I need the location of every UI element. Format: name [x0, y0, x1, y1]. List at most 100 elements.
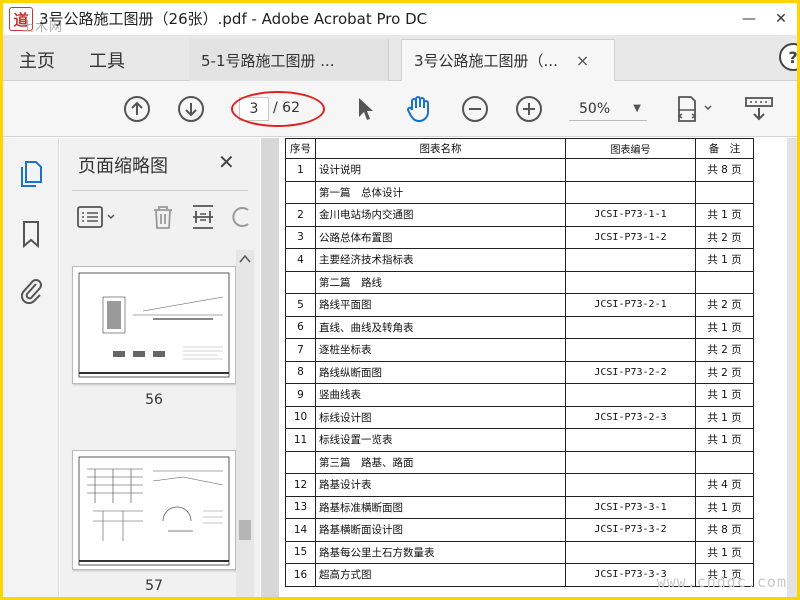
table-cell: 9 — [285, 383, 316, 407]
table-row: 3 公路总体布置图 JCSI-P73-1-2 共 2 页 — [285, 225, 754, 249]
trash-icon[interactable] — [150, 202, 176, 232]
table-cell — [565, 248, 696, 272]
scroll-mode-button[interactable] — [743, 95, 775, 123]
table-body: 1 设计说明共 8 页第一篇 总体设计 2 金川电站场内交通图 JCSI-P73-1-1… — [285, 158, 754, 587]
table-cell — [695, 270, 754, 294]
pdf-page: 序号 图表名称 图表编号 备 注 1 设计说明共 8 页第一篇 总体设计 2 金川电站… — [279, 138, 787, 597]
rotate-icon[interactable] — [232, 202, 252, 232]
annotation-ellipse — [231, 91, 325, 127]
help-icon[interactable]: ? — [779, 43, 797, 71]
table-cell: 10 — [285, 405, 316, 429]
page-fit-button[interactable] — [673, 95, 717, 123]
navigation-rail — [3, 138, 59, 597]
zoom-out-button[interactable] — [461, 95, 489, 123]
table-row: 13 路基标准横断面图 JCSI-P73-3-1 共 1 页 — [285, 495, 754, 519]
table-cell: 路基横断面设计图 — [315, 518, 566, 542]
table-cell: 设计说明 — [315, 158, 566, 182]
table-cell: JCSI-P73-2-2 — [565, 360, 696, 384]
app-window: 道 土木网 3号公路施工图册（26张）.pdf - Adobe Acrobat … — [0, 0, 800, 600]
hand-tool-button[interactable] — [403, 95, 431, 123]
table-row: 4 主要经济技术指标表 共 1 页 — [285, 248, 754, 272]
column-header: 图表编号 — [565, 138, 696, 159]
table-cell: 路线平面图 — [315, 293, 566, 317]
column-header: 序号 — [285, 138, 316, 159]
document-scrollbar[interactable] — [787, 138, 797, 597]
tab-document-5-1[interactable]: 5-1号路施工图册 ... — [189, 39, 389, 81]
thumbnails-panel: 页面缩略图 ✕ 56 57 — [60, 138, 260, 597]
chevron-down-icon: ▼ — [633, 103, 641, 114]
table-cell — [565, 315, 696, 339]
table-cell: 逐桩坐标表 — [315, 338, 566, 362]
table-cell: 竖曲线表 — [315, 383, 566, 407]
scroll-up-icon — [239, 254, 251, 263]
table-cell: JCSI-P73-2-3 — [565, 405, 696, 429]
watermark-bottom: www.cnddc.com — [656, 573, 787, 591]
table-cell — [565, 338, 696, 362]
bookmarks-button[interactable] — [17, 220, 45, 248]
table-row: 10 标线设计图 JCSI-P73-2-3 共 1 页 — [285, 405, 754, 429]
thumbnail-page-56[interactable] — [72, 266, 236, 384]
table-row: 第三篇 路基、路面 — [285, 450, 754, 474]
table-cell: 共 2 页 — [695, 338, 754, 362]
table-cell — [695, 450, 754, 474]
close-window-button[interactable]: ✕ — [771, 9, 791, 29]
table-cell: 13 — [285, 495, 316, 519]
table-cell: 标线设计图 — [315, 405, 566, 429]
table-row: 第一篇 总体设计 — [285, 180, 754, 204]
table-cell: 共 8 页 — [695, 158, 754, 182]
cursor-arrow-icon — [359, 98, 373, 120]
table-row: 14 路基横断面设计图 JCSI-P73-3-2 共 8 页 — [285, 518, 754, 542]
panel-title: 页面缩略图 — [78, 156, 168, 177]
table-cell: JCSI-P73-3-1 — [565, 495, 696, 519]
table-row: 12 路基设计表 共 4 页 — [285, 473, 754, 497]
minimize-button[interactable]: — — [739, 9, 759, 29]
table-cell: 共 1 页 — [695, 203, 754, 227]
table-cell: 8 — [285, 360, 316, 384]
previous-page-button[interactable] — [123, 95, 151, 123]
tab-bar: 主页 工具 5-1号路施工图册 ... 3号公路施工图册（... × ? — [3, 35, 797, 81]
thumbnail-drawing — [78, 456, 230, 566]
table-row: 15 路基每公里土石方数量表 共 1 页 — [285, 540, 754, 564]
table-cell — [565, 383, 696, 407]
thumbnail-page-57[interactable] — [72, 450, 236, 570]
attachments-button[interactable] — [17, 276, 45, 304]
column-header: 备 注 — [695, 138, 754, 159]
zoom-in-button[interactable] — [515, 95, 543, 123]
table-cell: 15 — [285, 540, 316, 564]
table-cell — [565, 158, 696, 182]
table-cell — [565, 540, 696, 564]
page-thumbnails-button[interactable] — [17, 160, 45, 188]
thumbnails-scrollbar[interactable] — [236, 250, 254, 597]
table-cell: 4 — [285, 248, 316, 272]
zoom-level-select[interactable]: 50% ▼ — [569, 97, 647, 121]
toolbar: 3 / 62 50% ▼ — [3, 81, 797, 137]
table-cell — [695, 180, 754, 204]
table-cell: JCSI-P73-2-1 — [565, 293, 696, 317]
table-row: 7 逐桩坐标表 共 2 页 — [285, 338, 754, 362]
next-page-button[interactable] — [177, 95, 205, 123]
scrollbar-thumb[interactable] — [239, 520, 251, 540]
paperclip-icon — [20, 279, 42, 304]
table-cell — [565, 270, 696, 294]
hand-icon — [407, 96, 429, 122]
select-tool-button[interactable] — [351, 95, 379, 123]
tab-close-icon[interactable]: × — [576, 51, 589, 70]
close-panel-icon[interactable]: ✕ — [218, 150, 235, 174]
tab-document-3[interactable]: 3号公路施工图册（... × — [401, 39, 615, 81]
table-cell: 共 1 页 — [695, 405, 754, 429]
table-row: 9 竖曲线表 共 1 页 — [285, 383, 754, 407]
tab-tools[interactable]: 工具 — [89, 47, 125, 73]
pages-icon — [21, 161, 42, 187]
table-cell — [285, 270, 316, 294]
thumbnail-label: 56 — [145, 392, 163, 408]
table-cell — [565, 428, 696, 452]
table-cell: 14 — [285, 518, 316, 542]
table-cell: 公路总体布置图 — [315, 225, 566, 249]
table-cell: 共 1 页 — [695, 495, 754, 519]
table-cell: 共 8 页 — [695, 518, 754, 542]
extract-pages-icon[interactable] — [190, 202, 216, 232]
tab-home[interactable]: 主页 — [19, 47, 55, 73]
table-cell — [565, 473, 696, 497]
options-menu-icon[interactable] — [76, 202, 120, 232]
table-cell: 5 — [285, 293, 316, 317]
